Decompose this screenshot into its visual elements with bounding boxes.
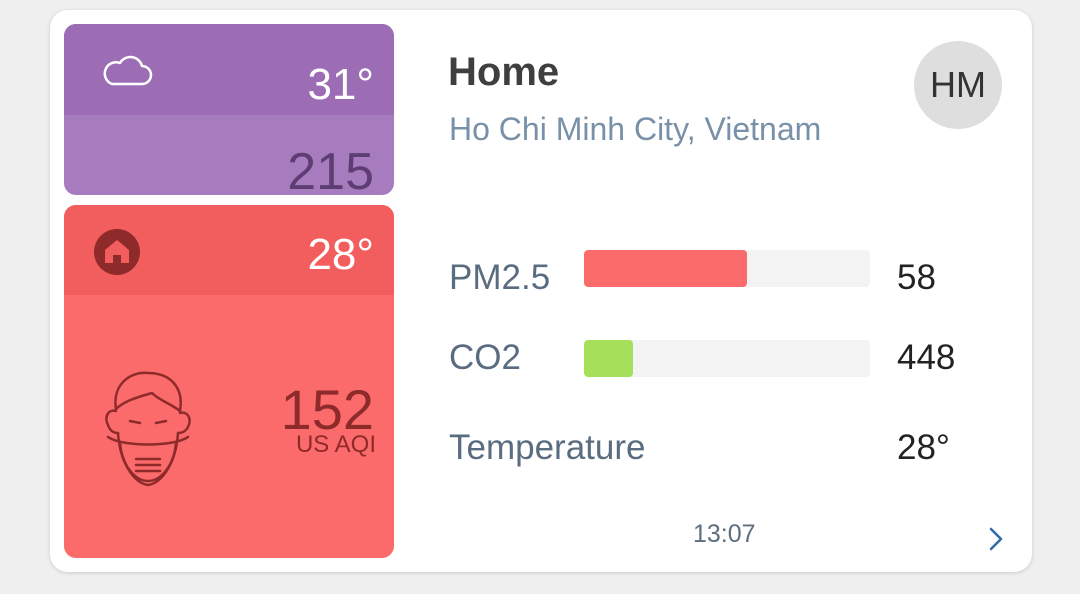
- update-time: 13:07: [693, 520, 756, 548]
- cloud-icon: [103, 55, 153, 86]
- pm25-bar-fill: [584, 250, 748, 287]
- station-card[interactable]: 31° 215 28° 152 US AQI Home Ho Chi Minh …: [50, 10, 1032, 572]
- co2-label: CO2: [449, 338, 521, 377]
- pm25-value: 58: [897, 258, 936, 297]
- indoor-panel: 28° 152 US AQI: [64, 205, 394, 558]
- temperature-value: 28°: [897, 428, 950, 467]
- aqi-unit-label: US AQI: [295, 431, 376, 458]
- outdoor-temperature: 31°: [307, 60, 374, 109]
- chevron-right-icon[interactable]: [986, 524, 1006, 554]
- co2-value: 448: [897, 338, 956, 377]
- station-name: Home: [448, 50, 560, 94]
- outdoor-panel: 31° 215: [64, 24, 394, 195]
- station-location: Ho Chi Minh City, Vietnam: [449, 111, 822, 147]
- face-mask-icon: [105, 371, 191, 487]
- home-icon: [94, 229, 140, 275]
- indoor-temperature: 28°: [307, 230, 374, 279]
- outdoor-aqi-value: 215: [287, 143, 374, 195]
- pm25-label: PM2.5: [449, 258, 551, 297]
- temperature-label: Temperature: [449, 428, 646, 467]
- avatar[interactable]: HM: [914, 41, 1002, 129]
- co2-bar-track: [584, 340, 870, 377]
- pm25-bar-track: [584, 250, 870, 287]
- co2-bar-fill: [584, 340, 633, 377]
